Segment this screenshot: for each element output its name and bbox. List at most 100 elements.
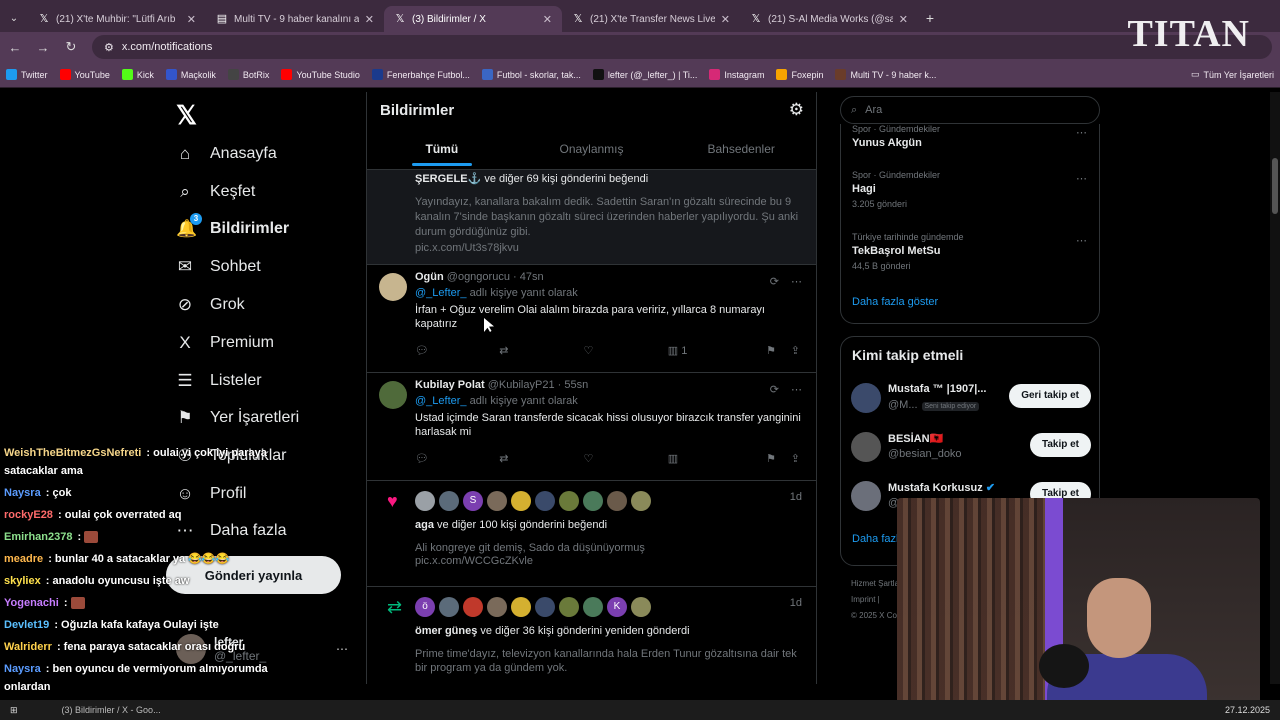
- bookmark-item[interactable]: lefter (@_lefter_) | Ti...: [592, 69, 697, 80]
- author-name[interactable]: Kubilay Polat: [415, 379, 485, 391]
- avatar[interactable]: [535, 490, 555, 511]
- avatar[interactable]: [535, 596, 555, 617]
- views-icon[interactable]: ▥ 1: [668, 344, 752, 357]
- bookmark-item[interactable]: Instagram: [709, 69, 764, 80]
- avatar[interactable]: [487, 490, 507, 511]
- tab-verified[interactable]: Onaylanmış: [517, 138, 667, 168]
- nav-item-grok[interactable]: ⊘ Grok: [176, 295, 245, 315]
- trend-item[interactable]: Spor · Gündemdekiler Hagi 3.205 gönderi: [852, 170, 940, 209]
- reply-notification[interactable]: ⟳ ⋯ Kubilay Polat @KubilayP21 · 55sn @_Le…: [367, 373, 816, 481]
- liker-name[interactable]: ŞERGELE⚓: [415, 173, 481, 185]
- all-bookmarks-button[interactable]: ▭ Tüm Yer İşaretleri: [1191, 69, 1274, 80]
- follow-suggestion[interactable]: Mustafa ™ |1907|... @M... Seni takip ediy…: [851, 381, 1091, 417]
- liker-name[interactable]: aga: [415, 519, 434, 531]
- bookmark-item[interactable]: Maçkolik: [165, 69, 216, 80]
- close-icon[interactable]: ✕: [187, 13, 196, 26]
- browser-tab[interactable]: ▤ Multi TV - 9 haber kanalını aynı ✕: [206, 6, 384, 32]
- avatar[interactable]: [559, 490, 579, 511]
- grok-icon[interactable]: ⟳: [770, 383, 779, 396]
- liked-post-link[interactable]: pic.x.com/Ut3s78jkvu: [415, 242, 802, 254]
- nav-item-x[interactable]: X Premium: [176, 333, 274, 353]
- taskbar-window[interactable]: (3) Bildirimler / X - Goo...: [62, 705, 161, 715]
- reply-notification[interactable]: ⟳ ⋯ Ogün @ogngorucu · 47sn @_Lefter_ adlı…: [367, 265, 816, 373]
- bookmark-item[interactable]: Twitter: [6, 69, 48, 80]
- repost-icon[interactable]: ⇄: [499, 452, 583, 465]
- like-group-notification[interactable]: ♥ 1d S aga ve diğer 100 kişi gönderini b…: [367, 481, 816, 587]
- bookmark-item[interactable]: Fenerbahçe Futbol...: [371, 69, 470, 80]
- avatar[interactable]: [487, 596, 507, 617]
- nav-item-list[interactable]: ☰ Listeler: [176, 371, 261, 391]
- follow-suggestion[interactable]: BESİAN🇦🇱 @besian_doko Takip et: [851, 430, 1091, 466]
- bookmark-item[interactable]: BotRix: [227, 69, 269, 80]
- bookmark-item[interactable]: Multi TV - 9 haber k...: [835, 69, 936, 80]
- reload-icon[interactable]: ↻: [64, 39, 78, 55]
- page-scrollbar[interactable]: [1270, 92, 1280, 684]
- search-input[interactable]: ⌕ Ara: [840, 96, 1100, 124]
- tab-all[interactable]: Tümü: [367, 138, 517, 168]
- bookmark-item[interactable]: Kick: [121, 69, 154, 80]
- avatar[interactable]: S: [463, 490, 483, 511]
- reply-icon[interactable]: 💬︎: [415, 344, 499, 357]
- back-icon[interactable]: ←: [8, 40, 22, 55]
- avatar[interactable]: K: [607, 596, 627, 617]
- avatar[interactable]: [463, 596, 483, 617]
- avatar[interactable]: [379, 380, 407, 409]
- views-icon[interactable]: ▥: [668, 452, 752, 465]
- grok-icon[interactable]: ⟳: [770, 275, 779, 288]
- like-icon[interactable]: ♡: [584, 452, 668, 465]
- bookmark-item[interactable]: YouTube Studio: [281, 69, 360, 80]
- bookmark-icon[interactable]: ⚑: [752, 344, 776, 357]
- more-icon[interactable]: ⋯: [791, 275, 802, 288]
- avatar[interactable]: [511, 596, 531, 617]
- forward-icon[interactable]: →: [36, 40, 50, 55]
- tab-mentions[interactable]: Bahsedenler: [666, 138, 816, 168]
- avatar[interactable]: [583, 596, 603, 617]
- tab-search-icon[interactable]: ⌄: [0, 13, 28, 24]
- avatar[interactable]: [631, 490, 651, 511]
- share-icon[interactable]: ⇪: [776, 344, 800, 357]
- notification-like[interactable]: ŞERGELE⚓ ve diğer 69 kişi gönderini beğe…: [367, 170, 816, 265]
- more-icon[interactable]: ⋯: [336, 642, 348, 656]
- more-icon[interactable]: ⋯: [1076, 172, 1087, 185]
- liked-post-link[interactable]: pic.x.com/WCCGcZKvle: [415, 555, 802, 567]
- windows-start-icon[interactable]: ⊞: [10, 705, 18, 716]
- follow-back-button[interactable]: Geri takip et: [1009, 384, 1091, 408]
- browser-tab[interactable]: 𝕏 (21) S-Al Media Works (@saime ✕: [740, 6, 918, 32]
- close-icon[interactable]: ✕: [721, 13, 730, 26]
- new-tab-icon[interactable]: +: [918, 10, 942, 26]
- avatar[interactable]: [607, 490, 627, 511]
- avatar[interactable]: [511, 490, 531, 511]
- avatar[interactable]: ö: [415, 596, 435, 617]
- avatar[interactable]: [439, 490, 459, 511]
- share-icon[interactable]: ⇪: [776, 452, 800, 465]
- browser-tab[interactable]: 𝕏 (21) X'te Muhbir: "Lütfi Arıb ✕: [28, 6, 206, 32]
- avatar[interactable]: [439, 596, 459, 617]
- browser-tab[interactable]: 𝕏 (21) X'te Transfer News Live: " ✕: [562, 6, 740, 32]
- author-name[interactable]: Ogün: [415, 271, 444, 283]
- avatar[interactable]: [415, 490, 435, 511]
- show-more-link[interactable]: Daha fazla göster: [852, 296, 938, 308]
- reply-icon[interactable]: 💬︎: [415, 452, 499, 465]
- reposter-name[interactable]: ömer güneş: [415, 625, 477, 637]
- bookmark-icon[interactable]: ⚑: [752, 452, 776, 465]
- avatar[interactable]: [379, 272, 407, 301]
- avatar[interactable]: [559, 596, 579, 617]
- avatar[interactable]: [851, 432, 881, 462]
- repost-icon[interactable]: ⇄: [499, 344, 583, 357]
- avatar[interactable]: [851, 383, 881, 413]
- bookmark-item[interactable]: Foxepin: [776, 69, 823, 80]
- close-icon[interactable]: ✕: [365, 13, 374, 26]
- trend-item[interactable]: Spor · Gündemdekiler Yunus Akgün: [852, 124, 940, 149]
- more-icon[interactable]: ⋯: [1076, 234, 1087, 247]
- avatar[interactable]: [631, 596, 651, 617]
- bookmark-item[interactable]: YouTube: [59, 69, 110, 80]
- nav-item-mail[interactable]: ✉ Sohbet: [176, 257, 261, 277]
- close-icon[interactable]: ✕: [899, 13, 908, 26]
- more-icon[interactable]: ⋯: [1076, 126, 1087, 139]
- trend-item[interactable]: Türkiye tarihinde gündemde TekBaşrol MetS…: [852, 232, 964, 271]
- like-icon[interactable]: ♡: [584, 344, 668, 357]
- nav-item-bookmark[interactable]: ⚑ Yer İşaretleri: [176, 408, 299, 428]
- site-info-icon[interactable]: ⚙: [104, 41, 114, 54]
- settings-gear-icon[interactable]: ⚙: [789, 100, 804, 120]
- browser-tab[interactable]: 𝕏 (3) Bildirimler / X ✕: [384, 6, 562, 32]
